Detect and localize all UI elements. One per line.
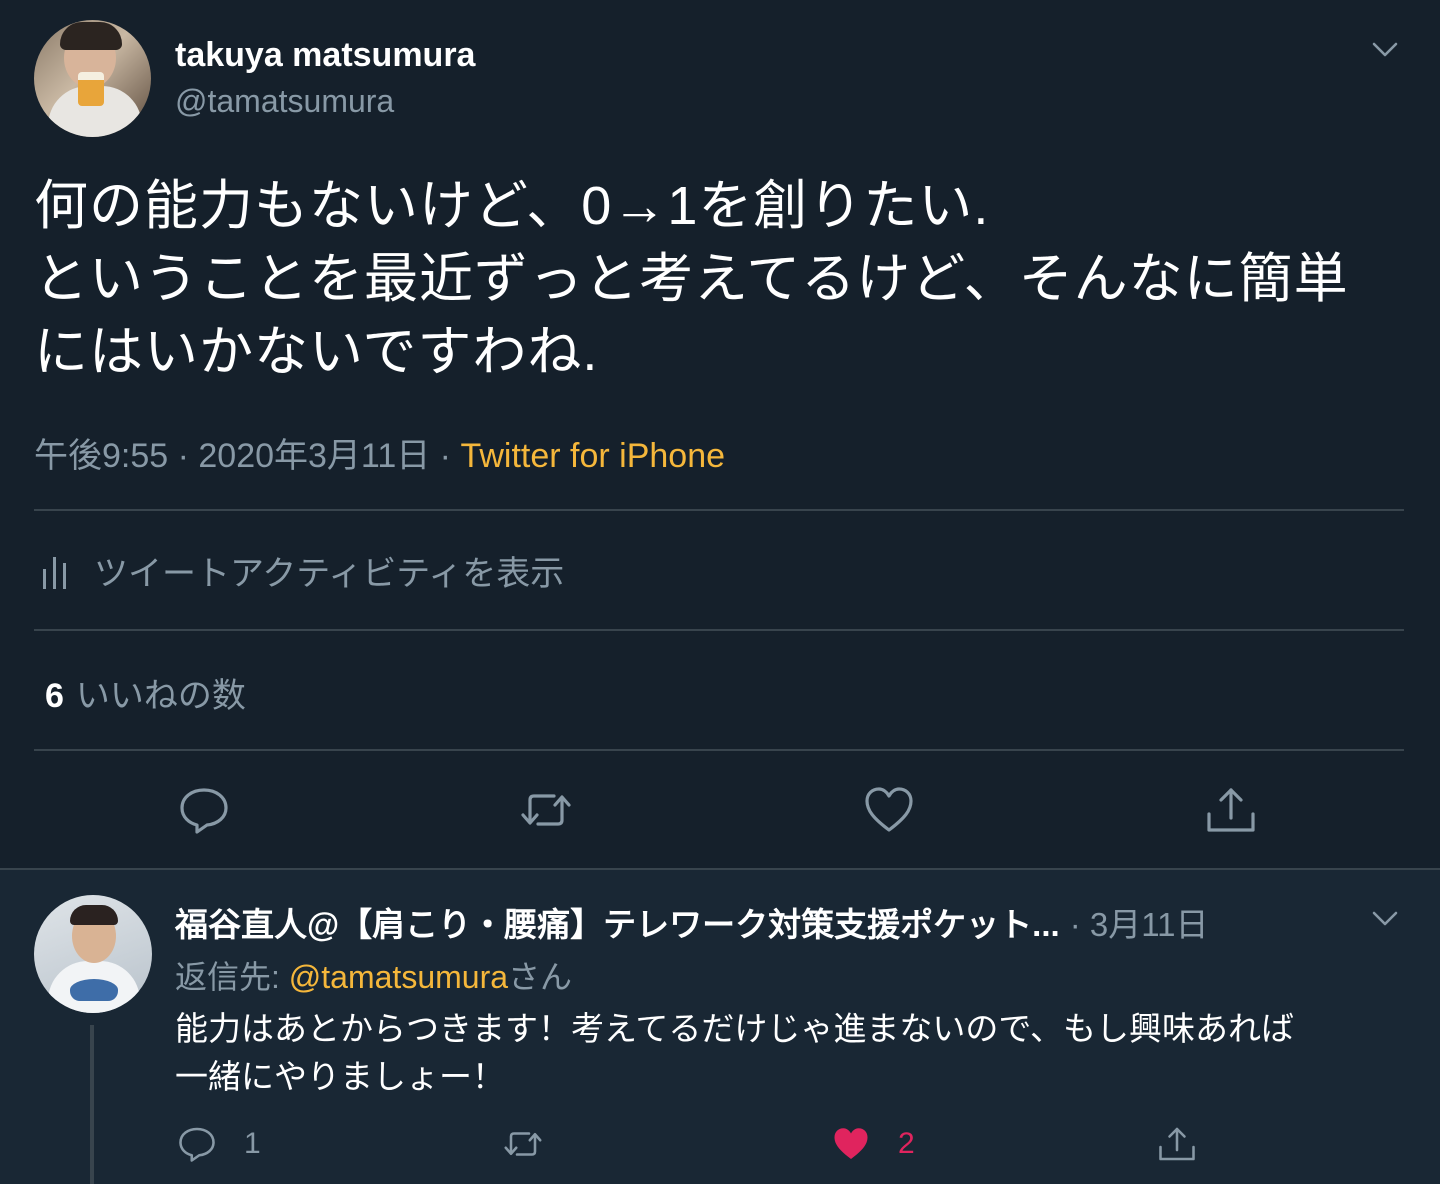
- main-tweet: takuya matsumura @tamatsumura 何の能力もないけど、…: [0, 0, 1440, 868]
- divider: [34, 629, 1404, 631]
- reply-author-name[interactable]: 福谷直人@【肩こり・腰痛】テレワーク対策支援ポケット...: [175, 898, 1060, 946]
- share-button[interactable]: [1203, 782, 1259, 838]
- reply-text-line: 一緒にやりましょー！: [175, 1058, 505, 1095]
- tweet-meta: 午後9:55 · 2020年3月11日 · Twitter for iPhone: [34, 428, 725, 477]
- heart-icon: [834, 1128, 868, 1159]
- chevron-down-icon[interactable]: [1370, 903, 1400, 933]
- reply-text-line: 能力はあとからつきます！考えてるだけじゃ進まないので、もし興味あれば: [175, 1010, 1295, 1047]
- reply-like-button[interactable]: 2: [830, 1122, 915, 1166]
- retweet-icon: [504, 1132, 542, 1156]
- tweet-source[interactable]: Twitter for iPhone: [460, 437, 725, 475]
- reply-icon: [180, 788, 228, 834]
- author-name[interactable]: takuya matsumura: [175, 36, 475, 75]
- share-icon: [1207, 788, 1255, 832]
- reply-to: 返信先: @tamatsumuraさん: [175, 952, 572, 998]
- bar-chart-icon: [43, 557, 66, 589]
- share-icon: [1159, 1127, 1195, 1161]
- tweet-text-line: にはいかないですわね.: [34, 322, 599, 382]
- heart-icon: [865, 787, 913, 832]
- reply-to-handle[interactable]: @tamatsumura: [289, 959, 508, 995]
- reply-to-prefix: 返信先:: [175, 959, 289, 995]
- divider: [34, 749, 1404, 751]
- reply-like-count: 2: [898, 1127, 915, 1160]
- tweet-activity-link[interactable]: ツイートアクティビティを表示: [40, 545, 564, 595]
- tweet-text: 何の能力もないけど、0→1を創りたい. ということを最近ずっと考えてるけど、そん…: [34, 170, 1414, 389]
- divider: [34, 509, 1404, 511]
- reply-to-suffix: さん: [508, 959, 573, 995]
- reply-tweet[interactable]: 福谷直人@【肩こり・腰痛】テレワーク対策支援ポケット... · 3月11日 返信…: [0, 870, 1440, 1184]
- reply-date[interactable]: · 3月11日: [1070, 898, 1209, 946]
- avatar[interactable]: [34, 895, 152, 1013]
- reply-share-button[interactable]: [1156, 1122, 1198, 1166]
- author-handle[interactable]: @tamatsumura: [175, 83, 394, 120]
- avatar[interactable]: [34, 20, 151, 137]
- like-label: いいねの数: [75, 677, 246, 715]
- activity-label: ツイートアクティビティを表示: [94, 554, 565, 593]
- like-count: 6: [45, 677, 64, 715]
- likes-summary[interactable]: 6 いいねの数: [45, 668, 246, 717]
- tweet-text-line: ということを最近ずっと考えてるけど、そんなに簡単: [34, 249, 1349, 309]
- reply-button[interactable]: [176, 782, 232, 838]
- reply-reply-button[interactable]: 1: [176, 1122, 261, 1166]
- tweet-text-line: 何の能力もないけど、0→1を創りたい.: [34, 176, 990, 236]
- reply-retweet-button[interactable]: [502, 1122, 544, 1166]
- thread-line: [90, 1025, 94, 1184]
- reply-text: 能力はあとからつきます！考えてるだけじゃ進まないので、もし興味あれば 一緒にやり…: [175, 1005, 1415, 1101]
- reply-count: 1: [244, 1127, 261, 1160]
- retweet-icon: [521, 794, 571, 826]
- tweet-timestamp[interactable]: 午後9:55 · 2020年3月11日 ·: [34, 437, 460, 475]
- retweet-button[interactable]: [518, 782, 574, 838]
- like-button[interactable]: [861, 782, 917, 838]
- reply-header: 福谷直人@【肩こり・腰痛】テレワーク対策支援ポケット... · 3月11日: [175, 898, 1208, 946]
- reply-icon: [179, 1127, 215, 1162]
- chevron-down-icon[interactable]: [1370, 34, 1400, 64]
